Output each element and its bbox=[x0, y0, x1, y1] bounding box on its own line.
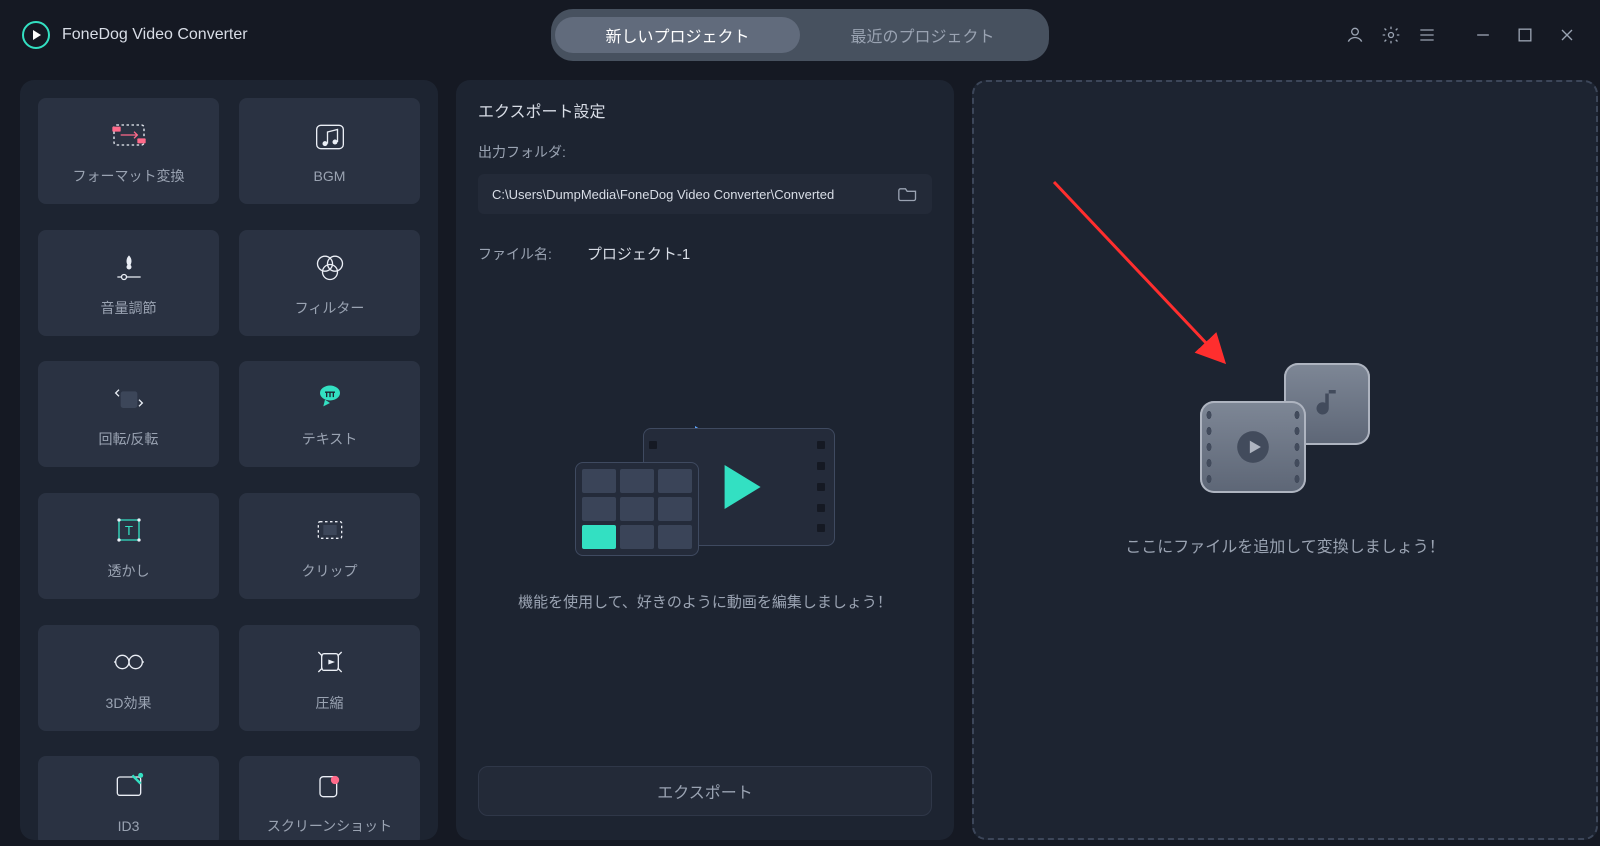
tool-label: 回転/反転 bbox=[99, 429, 159, 449]
window-minimize-icon[interactable] bbox=[1472, 24, 1494, 46]
tool-3d-effect[interactable]: 3D効果 bbox=[38, 625, 219, 731]
tool-format-convert[interactable]: フォーマット変換 bbox=[38, 98, 219, 204]
menu-icon[interactable] bbox=[1416, 24, 1438, 46]
file-drop-zone[interactable]: ここにファイルを追加して変換しましょう！ bbox=[972, 80, 1598, 840]
editor-canvas-placeholder: 機能を使用して、好きのように動画を編集しましょう！ bbox=[478, 261, 932, 766]
output-folder-label: 出力フォルダ: bbox=[478, 142, 932, 162]
project-tabs: 新しいプロジェクト 最近のプロジェクト bbox=[551, 9, 1049, 61]
export-section-title: エクスポート設定 bbox=[478, 98, 932, 122]
tool-label: 透かし bbox=[108, 561, 150, 581]
tool-label: フィルター bbox=[295, 298, 365, 318]
tool-label: テキスト bbox=[302, 429, 358, 449]
export-button[interactable]: エクスポート bbox=[478, 766, 932, 816]
window-close-icon[interactable] bbox=[1556, 24, 1578, 46]
settings-gear-icon[interactable] bbox=[1380, 24, 1402, 46]
tool-volume[interactable]: 音量調節 bbox=[38, 230, 219, 336]
header-actions bbox=[1344, 24, 1578, 46]
window-maximize-icon[interactable] bbox=[1514, 24, 1536, 46]
tools-panel: フォーマット変換 BGM 音量調節 フィルター 回転/反転 bbox=[20, 80, 438, 840]
canvas-hint-text: 機能を使用して、好きのように動画を編集しましょう！ bbox=[488, 590, 922, 616]
tool-bgm[interactable]: BGM bbox=[239, 98, 420, 204]
svg-text:T: T bbox=[124, 523, 132, 538]
tool-label: 圧縮 bbox=[316, 693, 344, 713]
annotation-arrow-icon bbox=[1044, 172, 1264, 392]
tool-label: 3D効果 bbox=[106, 693, 152, 713]
tool-watermark[interactable]: T 透かし bbox=[38, 493, 219, 599]
tool-compress[interactable]: 圧縮 bbox=[239, 625, 420, 731]
tool-label: スクリーンショット bbox=[267, 816, 392, 836]
tool-id3[interactable]: ID3 bbox=[38, 756, 219, 840]
tool-label: クリップ bbox=[302, 561, 358, 581]
tool-clip[interactable]: クリップ bbox=[239, 493, 420, 599]
tab-new-project[interactable]: 新しいプロジェクト bbox=[555, 17, 800, 53]
tool-filter[interactable]: フィルター bbox=[239, 230, 420, 336]
tool-rotate-flip[interactable]: 回転/反転 bbox=[38, 361, 219, 467]
tool-label: BGM bbox=[314, 168, 346, 184]
export-panel: エクスポート設定 出力フォルダ: C:\Users\DumpMedia\Fone… bbox=[456, 80, 954, 840]
editor-illustration-icon bbox=[575, 412, 835, 562]
tool-label: フォーマット変換 bbox=[73, 166, 185, 186]
dropzone-hint-text: ここにファイルを追加して変換しましょう！ bbox=[1125, 533, 1445, 557]
app-title: FoneDog Video Converter bbox=[62, 26, 248, 44]
tool-text[interactable]: テキスト bbox=[239, 361, 420, 467]
title-bar: FoneDog Video Converter 新しいプロジェクト 最近のプロジ… bbox=[0, 0, 1600, 70]
app-logo-icon bbox=[22, 21, 50, 49]
output-folder-value: C:\Users\DumpMedia\FoneDog Video Convert… bbox=[492, 187, 834, 202]
dropzone-media-icon bbox=[1200, 363, 1370, 493]
tool-label: ID3 bbox=[118, 818, 140, 834]
output-folder-field[interactable]: C:\Users\DumpMedia\FoneDog Video Convert… bbox=[478, 174, 932, 214]
tab-recent-project[interactable]: 最近のプロジェクト bbox=[800, 17, 1045, 53]
brand: FoneDog Video Converter bbox=[22, 21, 248, 49]
tool-screenshot[interactable]: スクリーンショット bbox=[239, 756, 420, 840]
account-icon[interactable] bbox=[1344, 24, 1366, 46]
browse-folder-icon[interactable] bbox=[898, 184, 918, 205]
tool-label: 音量調節 bbox=[101, 298, 157, 318]
